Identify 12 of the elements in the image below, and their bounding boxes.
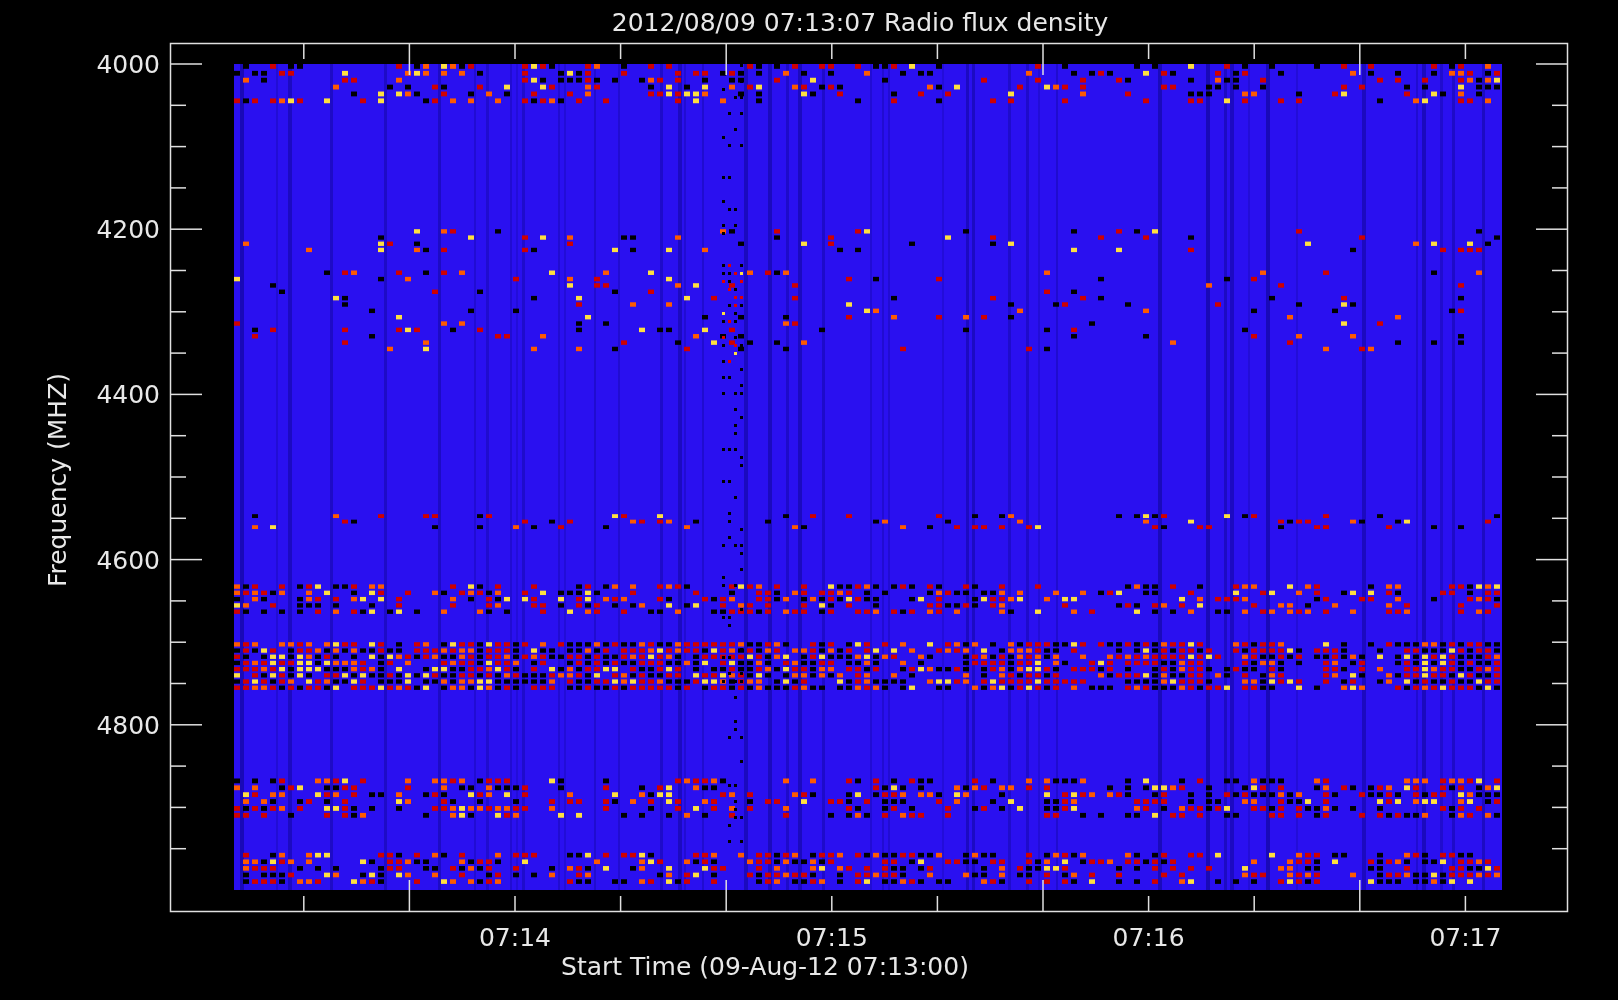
y-tick-label: 4000 [96,50,160,79]
y-tick-label: 4600 [96,545,160,575]
y-tick-label: 4200 [96,215,160,245]
chart-title: 2012/08/09 07:13:07 Radio flux density [611,8,1109,37]
y-tick-label: 4800 [96,710,160,740]
y-tick-label: 4400 [96,380,160,410]
x-tick-label: 07:16 [1112,923,1185,952]
y-axis-label: Frequency (MHZ) [43,372,72,588]
x-tick-label: 07:14 [479,923,551,952]
x-tick-label: 07:17 [1429,923,1502,952]
x-axis-label: Start Time (09-Aug-12 07:13:00) [561,952,969,981]
x-tick-label: 07:15 [795,923,868,952]
